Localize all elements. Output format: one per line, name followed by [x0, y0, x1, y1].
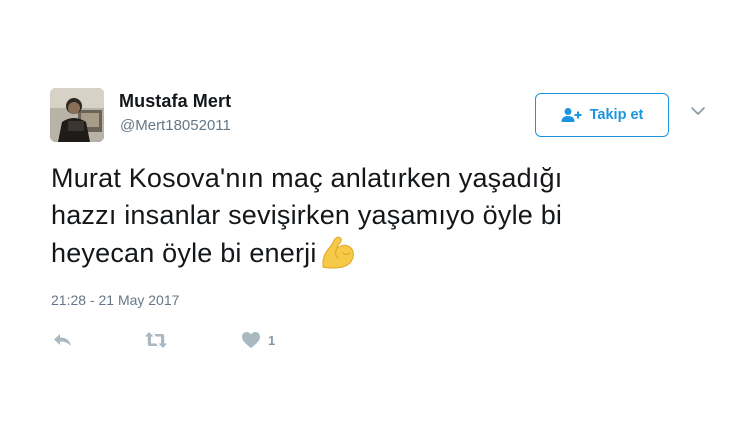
user-handle[interactable]: @Mert18052011 [120, 117, 231, 134]
tweet-text-line-last: heyecan öyle bi enerji [51, 234, 691, 272]
follow-button-label: Takip et [589, 107, 644, 123]
follow-button[interactable]: Takip et [535, 93, 669, 137]
display-name[interactable]: Mustafa Mert [119, 91, 231, 112]
add-user-icon [561, 107, 583, 123]
tweet-card: Mustafa Mert @Mert18052011 Takip et Mura… [0, 0, 750, 431]
tweet-text: Murat Kosova'nın maç anlatırken yaşadığı… [51, 160, 691, 272]
like-button[interactable]: 1 [241, 328, 275, 352]
reply-button[interactable] [52, 328, 74, 352]
tweet-text-line: hazzı insanlar sevişirken yaşamıyo öyle … [51, 200, 563, 230]
flexed-biceps-icon [319, 234, 357, 272]
avatar[interactable] [50, 88, 104, 142]
retweet-button[interactable] [144, 328, 168, 352]
retweet-icon [144, 331, 168, 349]
tweet-actions: 1 [48, 328, 348, 352]
tweet-text-line: heyecan öyle bi enerji [51, 238, 317, 268]
like-count: 1 [268, 332, 276, 348]
heart-icon [241, 331, 261, 349]
reply-icon [52, 331, 74, 349]
chevron-down-icon[interactable] [690, 104, 706, 116]
tweet-timestamp[interactable]: 21:28 - 21 May 2017 [51, 292, 179, 308]
tweet-text-line: Murat Kosova'nın maç anlatırken yaşadığı [51, 163, 563, 193]
